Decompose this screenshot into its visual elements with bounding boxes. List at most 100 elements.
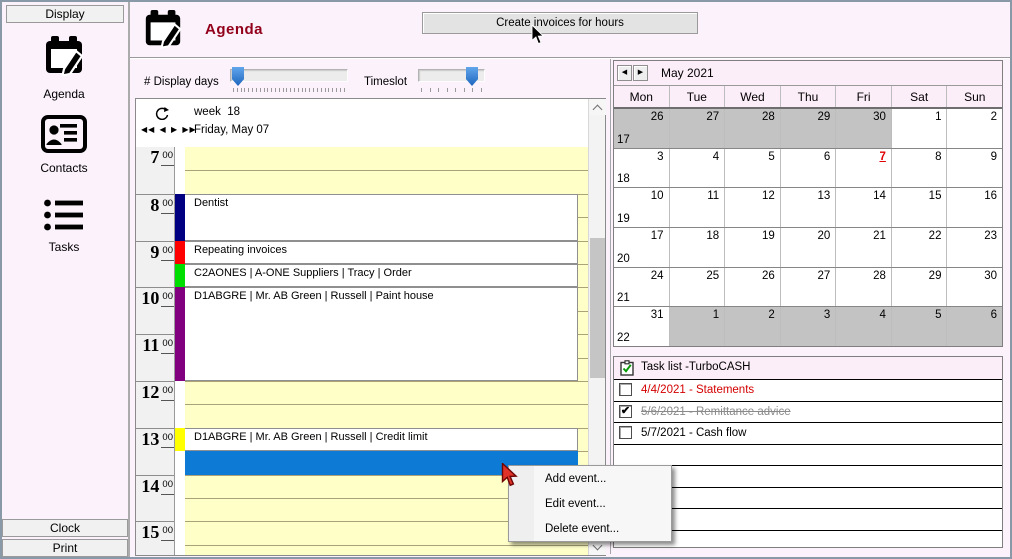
calendar-day-cell[interactable]: 30 bbox=[835, 109, 891, 148]
hour-minutes: 00 bbox=[161, 245, 174, 261]
scroll-up-button[interactable] bbox=[589, 99, 606, 115]
calendar-day-cell[interactable]: 14 bbox=[835, 188, 891, 228]
task-label: 5/7/2021 - Cash flow bbox=[641, 427, 747, 439]
calendar-day-cell[interactable]: 16 bbox=[946, 188, 1003, 228]
agenda-event[interactable]: Repeating invoices bbox=[185, 240, 578, 264]
calendar-day-number: 28 bbox=[873, 269, 886, 282]
agenda-event[interactable]: C2AONES | A-ONE Suppliers | Tracy | Orde… bbox=[185, 264, 578, 288]
calendar-day-cell[interactable]: 5 bbox=[890, 307, 947, 347]
calendar-day-cell[interactable]: 29 bbox=[890, 267, 947, 307]
context-menu-item[interactable]: Add event... bbox=[509, 466, 671, 491]
agenda-event[interactable]: D1ABGRE | Mr. AB Green | Russell | Paint… bbox=[185, 287, 578, 381]
calendar-day-cell[interactable]: 19 bbox=[724, 228, 780, 267]
calendar-day-cell[interactable]: 28 bbox=[724, 109, 780, 148]
calendar-day-cell[interactable]: 15 bbox=[890, 188, 947, 228]
chevron-down-icon bbox=[592, 540, 603, 551]
calendar-day-cell[interactable]: 7 bbox=[835, 148, 891, 188]
calendar-day-cell[interactable]: 23 bbox=[946, 228, 1003, 267]
calendar-day-cell[interactable]: 10 19 bbox=[614, 188, 669, 228]
calendar-day-cell[interactable]: 4 bbox=[668, 148, 725, 188]
calendar-day-cell[interactable]: 27 bbox=[779, 267, 836, 307]
calendar-day-cell[interactable]: 11 bbox=[668, 188, 725, 228]
calendar-day-cell[interactable]: 25 bbox=[668, 267, 725, 307]
calendar-day-number: 16 bbox=[984, 190, 998, 203]
event-color-bar bbox=[175, 264, 185, 288]
context-menu-item[interactable]: Edit event... bbox=[509, 491, 671, 516]
calendar-day-cell[interactable]: 1 bbox=[668, 307, 725, 347]
calendar-day-cell[interactable]: 12 bbox=[724, 188, 780, 228]
scrollbar-thumb[interactable] bbox=[590, 238, 605, 378]
calendar-day-cell[interactable]: 6 bbox=[779, 148, 836, 188]
calendar-day-cell[interactable]: 4 bbox=[835, 307, 891, 347]
calendar-day-cell[interactable]: 26 17 bbox=[614, 109, 669, 148]
calendar-day-cell[interactable]: 3 18 bbox=[614, 148, 669, 188]
slider-tick bbox=[332, 88, 334, 92]
display-section-header[interactable]: Display bbox=[6, 5, 124, 23]
slider-tick bbox=[463, 88, 465, 92]
calendar-day-cell[interactable]: 26 bbox=[724, 267, 780, 307]
hour-minutes: 00 bbox=[161, 291, 174, 308]
clock-section-button[interactable]: Clock bbox=[2, 519, 128, 537]
slider-tick bbox=[305, 88, 307, 92]
calendar-day-cell[interactable]: 24 21 bbox=[614, 267, 669, 307]
calendar-day-number: 26 bbox=[761, 269, 775, 282]
calendar-day-cell[interactable]: 2 bbox=[724, 307, 780, 347]
calendar-day-cell[interactable]: 27 bbox=[668, 109, 725, 148]
agenda-event[interactable]: D1ABGRE | Mr. AB Green | Russell | Credi… bbox=[185, 427, 578, 452]
prev-week-fast-icon[interactable]: ◀◀ bbox=[141, 125, 155, 134]
application-window: Display Agenda Contacts Tasks Clock Prin… bbox=[0, 0, 1012, 559]
next-month-button[interactable]: ▶ bbox=[633, 65, 648, 81]
slider-tick bbox=[252, 88, 254, 92]
day-of-week-header: Sun bbox=[946, 86, 1002, 107]
sidebar-item-tasks[interactable]: Tasks bbox=[2, 198, 126, 254]
prev-day-icon[interactable]: ◀ bbox=[160, 125, 167, 134]
date-navigation: ◀◀ ◀ ▶ ▶▶ bbox=[141, 125, 198, 134]
display-days-slider[interactable] bbox=[230, 67, 348, 86]
calendar-day-cell[interactable]: 6 bbox=[946, 307, 1003, 347]
calendar-day-cell[interactable]: 1 bbox=[890, 109, 947, 148]
calendar-day-cell[interactable]: 22 bbox=[890, 228, 947, 267]
create-invoices-button[interactable]: Create invoices for hours bbox=[422, 12, 698, 34]
calendar-day-cell[interactable]: 28 bbox=[835, 267, 891, 307]
calendar-day-cell[interactable]: 31 22 bbox=[614, 307, 669, 347]
slider-tick bbox=[278, 88, 280, 92]
calendar-day-cell[interactable]: 9 bbox=[946, 148, 1003, 188]
calendar-day-cell[interactable]: 2 bbox=[946, 109, 1003, 148]
slider-tick bbox=[248, 88, 250, 92]
calendar-day-number: 22 bbox=[928, 230, 942, 243]
task-checkbox[interactable]: ✔ bbox=[619, 404, 632, 418]
slider-tick bbox=[290, 88, 292, 92]
print-section-button[interactable]: Print bbox=[2, 539, 128, 557]
calendar-day-number: 17 bbox=[650, 230, 664, 243]
slot-divider bbox=[185, 381, 588, 382]
sidebar-item-agenda[interactable]: Agenda bbox=[2, 35, 126, 101]
hour-number: 7 bbox=[150, 147, 160, 167]
calendar-day-number: 27 bbox=[817, 269, 831, 282]
calendar-day-cell[interactable]: 17 20 bbox=[614, 228, 669, 267]
task-row-empty bbox=[614, 445, 1002, 466]
sidebar-item-contacts[interactable]: Contacts bbox=[2, 115, 126, 175]
task-row[interactable]: 5/7/2021 - Cash flow bbox=[614, 423, 1002, 445]
event-title: Dentist bbox=[194, 196, 229, 209]
task-row[interactable]: 4/4/2021 - Statements bbox=[614, 380, 1002, 402]
calendar-day-cell[interactable]: 3 bbox=[779, 307, 836, 347]
timeslot-slider[interactable] bbox=[418, 67, 485, 86]
calendar-day-cell[interactable]: 21 bbox=[835, 228, 891, 267]
context-menu-item[interactable]: Delete event... bbox=[509, 516, 671, 541]
task-checkbox[interactable] bbox=[619, 383, 632, 396]
task-row[interactable]: ✔ 5/6/2021 - Remittance advice bbox=[614, 402, 1002, 423]
slider-tick bbox=[236, 88, 238, 92]
calendar-day-cell[interactable]: 20 bbox=[779, 228, 836, 267]
slot-divider bbox=[185, 544, 588, 546]
task-checkbox[interactable] bbox=[619, 426, 632, 439]
calendar-day-cell[interactable]: 13 bbox=[779, 188, 836, 228]
agenda-event[interactable]: Dentist bbox=[185, 193, 578, 241]
calendar-day-cell[interactable]: 30 bbox=[946, 267, 1003, 307]
current-week-icon[interactable] bbox=[152, 106, 170, 120]
prev-month-button[interactable]: ◀ bbox=[617, 65, 632, 81]
calendar-day-cell[interactable]: 5 bbox=[724, 148, 780, 188]
calendar-day-cell[interactable]: 8 bbox=[890, 148, 947, 188]
calendar-day-cell[interactable]: 18 bbox=[668, 228, 725, 267]
next-day-icon[interactable]: ▶ bbox=[171, 125, 178, 134]
calendar-day-cell[interactable]: 29 bbox=[779, 109, 836, 148]
